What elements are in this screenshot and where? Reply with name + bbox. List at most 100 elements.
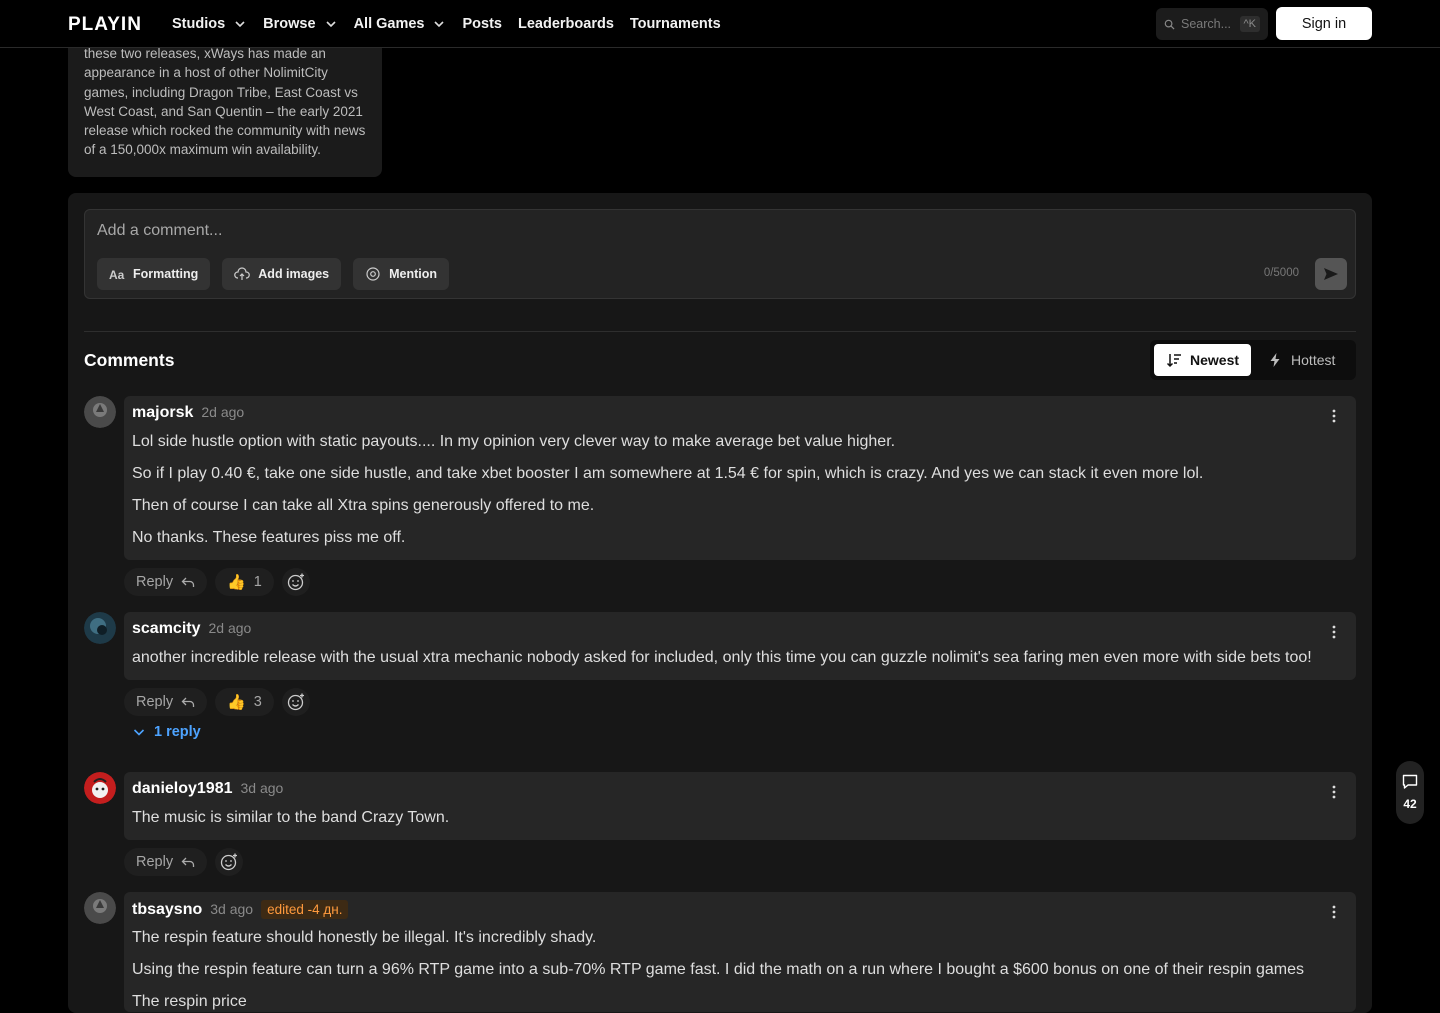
add-reaction-button[interactable] [281,688,310,716]
avatar[interactable] [84,772,116,804]
avatar[interactable] [84,892,116,924]
nav-tournaments[interactable]: Tournaments [630,16,721,32]
search-shortcut: ^K [1239,16,1260,32]
reply-icon [181,697,195,707]
formatting-button[interactable]: Aa Formatting [97,258,211,290]
add-reaction-button[interactable] [281,568,310,596]
reply-label: Reply [136,694,174,710]
comment-time: 2d ago [208,620,252,636]
comment-composer: Aa Formatting Add images Mention 0/5000 [84,209,1356,299]
sort-toggle: Newest Hottest [1150,340,1356,380]
sort-newest-button[interactable]: Newest [1154,344,1252,376]
edited-badge: edited -4 дн. [261,900,349,919]
divider [84,331,1356,332]
comment-paragraph: The respin feature should honestly be il… [132,929,597,946]
like-count: 3 [253,694,262,710]
comment-author[interactable]: tbsaysno [132,901,202,919]
mention-button[interactable]: Mention [353,258,450,290]
more-options-icon[interactable] [1326,784,1342,800]
comment-author[interactable]: scamcity [132,620,201,638]
add-emoji-icon [287,573,304,591]
comment-bubble: tbsaysno 3d ago edited -4 дн. The respin… [124,892,1356,1012]
nav-browse[interactable]: Browse [263,16,337,32]
nav-all-games-label: All Games [353,15,425,32]
nav-browse-label: Browse [263,15,316,32]
sort-newest-label: Newest [1190,352,1240,368]
comments-heading: Comments [84,350,175,370]
reply-icon [181,577,195,587]
comment-paragraph: Using the respin feature can turn a 96% … [132,961,1304,978]
comment-bubble: majorsk 2d ago Lol side hustle option wi… [124,396,1356,560]
more-options-icon[interactable] [1326,624,1342,640]
comment-body: The music is similar to the band Crazy T… [132,808,1348,828]
more-options-icon[interactable] [1326,408,1342,424]
comment-body: another incredible release with the usua… [132,648,1348,668]
search-icon [1164,19,1175,30]
nav-posts[interactable]: Posts [462,16,502,32]
svg-text:PLAYIN: PLAYIN [68,14,142,34]
comment-paragraph: The respin price [132,993,247,1010]
nav-studios[interactable]: Studios [172,16,247,32]
show-replies-button[interactable]: 1 reply [132,724,201,740]
comment-time: 2d ago [201,404,245,420]
playin-logo[interactable]: PLAYIN [68,14,148,34]
comment-paragraph: another incredible release with the usua… [132,649,1312,666]
more-options-icon[interactable] [1326,904,1342,920]
comments-count: 42 [1403,797,1417,811]
nav-all-games[interactable]: All Games [354,16,447,32]
comment-input[interactable] [97,222,1097,240]
add-emoji-icon [220,853,238,871]
comment-paragraph: No thanks. These features piss me off. [132,529,406,546]
search-box[interactable]: ^K [1156,8,1268,40]
comment-author[interactable]: danieloy1981 [132,780,233,798]
add-images-label: Add images [258,267,330,281]
comment-actions: Reply [124,848,244,876]
lightning-icon [1270,353,1280,367]
chevron-down-icon [235,20,245,27]
avatar[interactable] [84,396,116,428]
nav-studios-label: Studios [172,15,226,32]
comment-bubble: danieloy1981 3d ago The music is similar… [124,772,1356,840]
reply-button[interactable]: Reply [124,848,208,876]
like-count: 1 [253,574,262,590]
svg-text:Aa: Aa [109,268,125,282]
chat-bubble-icon [1402,774,1418,789]
search-input[interactable] [1181,17,1233,31]
nav-links: Studios Browse All Games Posts Leaderboa… [172,0,721,47]
comment-paragraph: The music is similar to the band Crazy T… [132,809,450,826]
reply-button[interactable]: Reply [124,688,208,716]
reply-label: Reply [136,574,174,590]
comment-paragraph: Then of course I can take all Xtra spins… [132,497,595,514]
nav-leaderboards[interactable]: Leaderboards [518,16,614,32]
comment-bubble: scamcity 2d ago another incredible relea… [124,612,1356,680]
sort-hottest-label: Hottest [1291,352,1336,368]
send-icon [1324,268,1338,280]
add-images-button[interactable]: Add images [222,258,342,290]
comments-count-button[interactable]: 42 [1396,761,1424,824]
mention-label: Mention [389,267,438,281]
replies-count-label: 1 reply [154,724,201,740]
avatar[interactable] [84,612,116,644]
thumbs-up-icon: 👍 [227,574,246,591]
add-emoji-icon [287,693,304,711]
comment-author[interactable]: majorsk [132,404,193,422]
like-button[interactable]: 👍 3 [215,688,274,716]
text-format-icon: Aa [109,268,125,282]
formatting-label: Formatting [133,267,199,281]
reply-button[interactable]: Reply [124,568,208,596]
comment-body: Lol side hustle option with static payou… [132,432,1348,548]
send-button[interactable] [1315,258,1347,290]
like-button[interactable]: 👍 1 [215,568,274,596]
sign-in-button[interactable]: Sign in [1276,7,1372,40]
thumbs-up-icon: 👍 [227,694,246,711]
chevron-down-icon [434,20,445,27]
at-sign-icon [366,267,380,281]
add-reaction-button[interactable] [215,848,244,876]
character-counter: 0/5000 [1263,267,1299,279]
chevron-down-icon [133,729,145,736]
sort-hottest-button[interactable]: Hottest [1255,344,1347,376]
composer-tools: Aa Formatting Add images Mention [97,258,450,290]
comment-time: 3d ago [210,901,254,917]
comment-time: 3d ago [240,780,284,796]
comment-actions: Reply 👍 1 [124,568,310,596]
